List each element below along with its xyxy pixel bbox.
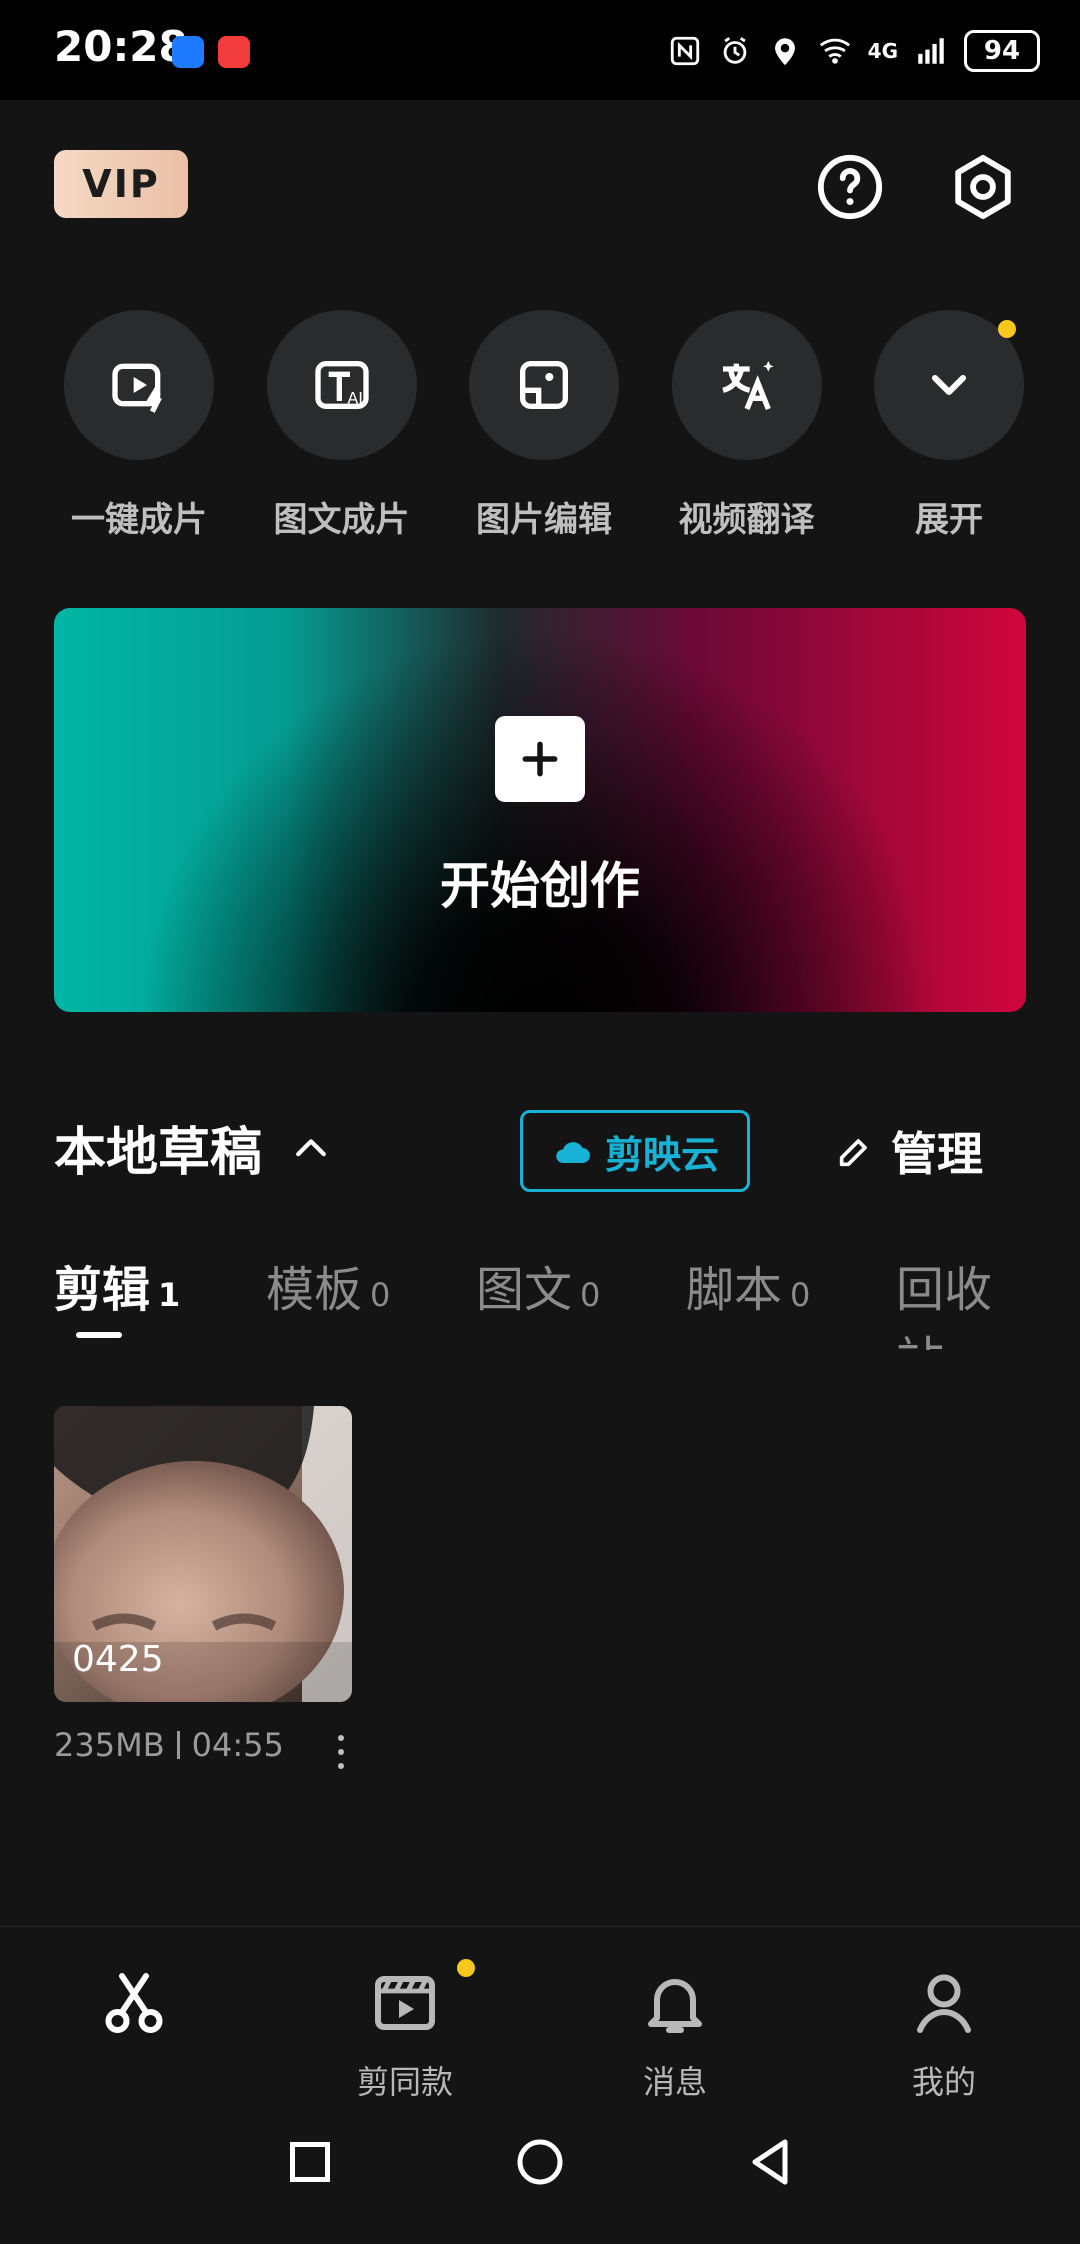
quick-action-text-to-video[interactable]: AI 图文成片	[257, 310, 427, 541]
network-type: 4G	[867, 39, 898, 63]
back-icon[interactable]	[740, 2132, 800, 2192]
tab-label: 模板	[266, 1262, 363, 1318]
drafts-title[interactable]: 本地草稿	[54, 1110, 262, 1185]
svg-text:AI: AI	[347, 389, 363, 408]
alarm-icon	[723, 37, 746, 64]
cloud-button[interactable]: 剪映云	[520, 1110, 750, 1192]
draft-meta: 235MB 04:55	[54, 1726, 284, 1764]
manage-label: 管理	[891, 1127, 983, 1181]
manage-button[interactable]: 管理	[835, 1110, 983, 1192]
quick-actions: 一键成片 AI 图文成片 图片编辑 视频翻译 展开	[54, 310, 1034, 541]
plus-button[interactable]	[495, 716, 585, 802]
home-icon[interactable]	[510, 2132, 570, 2192]
tab-label: 剪辑	[54, 1262, 151, 1318]
draft-tabs: 剪辑 1 模板 0 图文 0 脚本 0 回收站	[54, 1250, 1026, 1350]
nav-edit[interactable]	[34, 1967, 234, 2117]
notification-dot	[457, 1959, 475, 1977]
tab-label: 图文	[476, 1262, 573, 1318]
text-ai-icon: AI	[314, 361, 369, 409]
bottom-navigation: 剪同款 消息 我的	[0, 1926, 1080, 2117]
edit-icon	[839, 1139, 867, 1167]
bell-icon	[648, 1979, 702, 2033]
nav-template[interactable]: 剪同款	[305, 1959, 505, 2103]
status-icons: 4G 94	[668, 30, 1040, 72]
quick-action-label: 图片编辑	[476, 500, 612, 540]
tab-label: 回收站	[896, 1262, 993, 1350]
settings-icon[interactable]	[948, 152, 1018, 222]
app-notification-icon	[218, 36, 250, 68]
vip-badge[interactable]: VIP	[54, 150, 188, 218]
quick-action-translate[interactable]: 视频翻译	[662, 310, 832, 541]
quick-action-circle[interactable]	[671, 310, 822, 460]
draft-duration: 04:55	[191, 1726, 284, 1764]
help-icon[interactable]	[815, 152, 885, 222]
tab-recycle-bin[interactable]: 回收站	[896, 1250, 1026, 1350]
quick-action-label: 图文成片	[273, 500, 410, 540]
quick-action-circle[interactable]	[874, 310, 1024, 460]
tab-edit[interactable]: 剪辑 1	[54, 1250, 180, 1320]
status-bar: 20:28 4G 94	[0, 0, 1080, 100]
start-creating-card[interactable]: 开始创作	[54, 608, 1026, 1012]
quick-action-one-click[interactable]: 一键成片	[54, 310, 224, 541]
nav-me[interactable]: 我的	[844, 1967, 1044, 2103]
system-navigation	[0, 2096, 1080, 2244]
battery-indicator: 94	[964, 30, 1040, 72]
signal-icon	[918, 38, 944, 64]
tab-script[interactable]: 脚本 0	[686, 1250, 810, 1320]
chevron-down-icon	[931, 374, 967, 396]
status-time: 20:28	[54, 22, 188, 71]
quick-action-circle[interactable]	[469, 310, 619, 460]
active-tab-indicator	[76, 1332, 122, 1338]
quick-action-circle[interactable]	[64, 310, 214, 460]
hero-title: 开始创作	[440, 857, 640, 915]
tab-count: 1	[158, 1276, 181, 1314]
notification-dot	[998, 320, 1016, 338]
nav-messages[interactable]: 消息	[575, 1967, 775, 2103]
plus-icon	[522, 741, 558, 777]
tab-template[interactable]: 模板 0	[266, 1250, 390, 1320]
user-icon	[917, 1974, 971, 2033]
draft-size: 235MB	[54, 1726, 165, 1764]
translate-icon	[721, 361, 774, 410]
quick-action-image-edit[interactable]: 图片编辑	[459, 310, 629, 541]
wifi-icon	[819, 38, 850, 64]
scissors-icon	[105, 1973, 163, 2033]
chevron-up-icon[interactable]	[294, 1134, 328, 1160]
template-icon	[375, 1976, 435, 2030]
tab-count: 0	[580, 1276, 601, 1314]
tab-graphic[interactable]: 图文 0	[476, 1250, 600, 1320]
recent-apps-icon[interactable]	[280, 2132, 340, 2192]
draft-name: 0425	[72, 1639, 164, 1680]
home-screen: VIP 一键成片 AI 图文成片 图片编辑 视频翻译 展开 开始创作 本地草稿 …	[0, 100, 1080, 1926]
quick-action-label: 展开	[915, 500, 983, 540]
meta-separator	[176, 1731, 180, 1759]
quick-action-expand[interactable]: 展开	[864, 310, 1034, 541]
app-notification-icon	[172, 36, 204, 68]
location-icon	[774, 38, 795, 66]
tab-count: 0	[370, 1276, 391, 1314]
tab-count: 0	[790, 1276, 811, 1314]
tab-label: 脚本	[686, 1262, 783, 1318]
quick-action-circle[interactable]: AI	[266, 310, 417, 460]
cloud-label: 剪映云	[604, 1132, 719, 1177]
draft-thumbnail[interactable]: 0425	[54, 1406, 352, 1702]
video-lightning-icon	[112, 363, 162, 413]
cloud-icon	[556, 1142, 590, 1163]
quick-action-label: 一键成片	[71, 500, 207, 540]
quick-action-label: 视频翻译	[678, 500, 815, 540]
nfc-icon	[670, 36, 699, 66]
more-options-icon[interactable]	[336, 1732, 346, 1772]
image-edit-icon	[520, 361, 568, 409]
